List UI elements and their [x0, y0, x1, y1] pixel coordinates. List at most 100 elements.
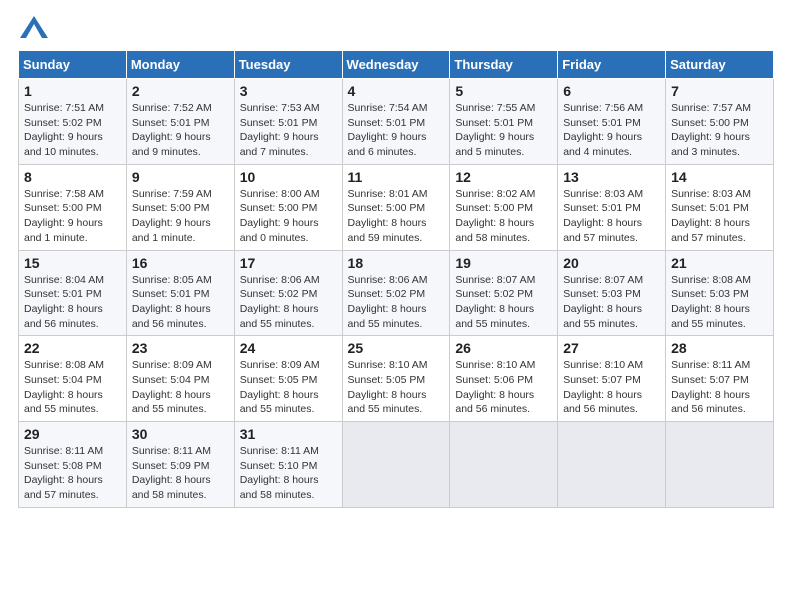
- calendar-day-cell: 24 Sunrise: 8:09 AMSunset: 5:05 PMDayligh…: [234, 336, 342, 422]
- calendar-day-cell: 11 Sunrise: 8:01 AMSunset: 5:00 PMDayligh…: [342, 164, 450, 250]
- day-info: Sunrise: 8:10 AMSunset: 5:05 PMDaylight:…: [348, 358, 445, 417]
- calendar-day-cell: 15 Sunrise: 8:04 AMSunset: 5:01 PMDayligh…: [19, 250, 127, 336]
- day-info: Sunrise: 8:04 AMSunset: 5:01 PMDaylight:…: [24, 273, 121, 332]
- day-number: 24: [240, 340, 337, 356]
- calendar-day-cell: 14 Sunrise: 8:03 AMSunset: 5:01 PMDayligh…: [666, 164, 774, 250]
- calendar-day-cell: 30Sunrise: 8:11 AMSunset: 5:09 PMDayligh…: [126, 422, 234, 508]
- day-info: Sunrise: 8:10 AMSunset: 5:06 PMDaylight:…: [455, 358, 552, 417]
- calendar-week-row: 8 Sunrise: 7:58 AMSunset: 5:00 PMDaylight…: [19, 164, 774, 250]
- day-number: 21: [671, 255, 768, 271]
- day-number: 2: [132, 83, 229, 99]
- calendar-day-cell: 5 Sunrise: 7:55 AMSunset: 5:01 PMDaylight…: [450, 79, 558, 165]
- day-number: 9: [132, 169, 229, 185]
- day-info: Sunrise: 7:58 AMSunset: 5:00 PMDaylight:…: [24, 187, 121, 246]
- calendar-day-cell: 19 Sunrise: 8:07 AMSunset: 5:02 PMDayligh…: [450, 250, 558, 336]
- weekday-header: Friday: [558, 51, 666, 79]
- day-number: 16: [132, 255, 229, 271]
- calendar-day-cell: 3 Sunrise: 7:53 AMSunset: 5:01 PMDaylight…: [234, 79, 342, 165]
- day-info: Sunrise: 7:52 AMSunset: 5:01 PMDaylight:…: [132, 101, 229, 160]
- day-info: Sunrise: 7:54 AMSunset: 5:01 PMDaylight:…: [348, 101, 445, 160]
- weekday-header: Sunday: [19, 51, 127, 79]
- day-info: Sunrise: 8:07 AMSunset: 5:03 PMDaylight:…: [563, 273, 660, 332]
- calendar-day-cell: 26 Sunrise: 8:10 AMSunset: 5:06 PMDayligh…: [450, 336, 558, 422]
- calendar-day-cell: [342, 422, 450, 508]
- calendar-day-cell: 6 Sunrise: 7:56 AMSunset: 5:01 PMDaylight…: [558, 79, 666, 165]
- day-info: Sunrise: 7:55 AMSunset: 5:01 PMDaylight:…: [455, 101, 552, 160]
- calendar-day-cell: 9 Sunrise: 7:59 AMSunset: 5:00 PMDaylight…: [126, 164, 234, 250]
- day-number: 23: [132, 340, 229, 356]
- calendar-day-cell: 1 Sunrise: 7:51 AMSunset: 5:02 PMDaylight…: [19, 79, 127, 165]
- day-info: Sunrise: 7:56 AMSunset: 5:01 PMDaylight:…: [563, 101, 660, 160]
- calendar-day-cell: 28 Sunrise: 8:11 AMSunset: 5:07 PMDayligh…: [666, 336, 774, 422]
- calendar-day-cell: 13 Sunrise: 8:03 AMSunset: 5:01 PMDayligh…: [558, 164, 666, 250]
- calendar-day-cell: 10 Sunrise: 8:00 AMSunset: 5:00 PMDayligh…: [234, 164, 342, 250]
- calendar-table: SundayMondayTuesdayWednesdayThursdayFrid…: [18, 50, 774, 508]
- day-number: 22: [24, 340, 121, 356]
- calendar-week-row: 15 Sunrise: 8:04 AMSunset: 5:01 PMDayligh…: [19, 250, 774, 336]
- calendar-day-cell: 23 Sunrise: 8:09 AMSunset: 5:04 PMDayligh…: [126, 336, 234, 422]
- day-info: Sunrise: 8:06 AMSunset: 5:02 PMDaylight:…: [348, 273, 445, 332]
- day-number: 11: [348, 169, 445, 185]
- calendar-day-cell: 2 Sunrise: 7:52 AMSunset: 5:01 PMDaylight…: [126, 79, 234, 165]
- calendar-day-cell: [666, 422, 774, 508]
- day-info: Sunrise: 7:53 AMSunset: 5:01 PMDaylight:…: [240, 101, 337, 160]
- day-number: 3: [240, 83, 337, 99]
- day-info: Sunrise: 8:09 AMSunset: 5:04 PMDaylight:…: [132, 358, 229, 417]
- calendar-day-cell: 27Sunrise: 8:10 AMSunset: 5:07 PMDayligh…: [558, 336, 666, 422]
- calendar-week-row: 1 Sunrise: 7:51 AMSunset: 5:02 PMDaylight…: [19, 79, 774, 165]
- day-number: 8: [24, 169, 121, 185]
- day-info: Sunrise: 8:05 AMSunset: 5:01 PMDaylight:…: [132, 273, 229, 332]
- calendar-week-row: 22Sunrise: 8:08 AMSunset: 5:04 PMDayligh…: [19, 336, 774, 422]
- day-info: Sunrise: 8:11 AMSunset: 5:07 PMDaylight:…: [671, 358, 768, 417]
- day-number: 27: [563, 340, 660, 356]
- day-number: 5: [455, 83, 552, 99]
- calendar-day-cell: 25Sunrise: 8:10 AMSunset: 5:05 PMDayligh…: [342, 336, 450, 422]
- weekday-header: Saturday: [666, 51, 774, 79]
- calendar-day-cell: 31Sunrise: 8:11 AMSunset: 5:10 PMDayligh…: [234, 422, 342, 508]
- day-number: 12: [455, 169, 552, 185]
- day-info: Sunrise: 8:00 AMSunset: 5:00 PMDaylight:…: [240, 187, 337, 246]
- calendar-day-cell: 21 Sunrise: 8:08 AMSunset: 5:03 PMDayligh…: [666, 250, 774, 336]
- day-number: 19: [455, 255, 552, 271]
- calendar-day-cell: 18 Sunrise: 8:06 AMSunset: 5:02 PMDayligh…: [342, 250, 450, 336]
- day-number: 26: [455, 340, 552, 356]
- day-info: Sunrise: 7:59 AMSunset: 5:00 PMDaylight:…: [132, 187, 229, 246]
- logo: [18, 18, 48, 40]
- header-row: SundayMondayTuesdayWednesdayThursdayFrid…: [19, 51, 774, 79]
- day-info: Sunrise: 8:08 AMSunset: 5:03 PMDaylight:…: [671, 273, 768, 332]
- day-info: Sunrise: 8:09 AMSunset: 5:05 PMDaylight:…: [240, 358, 337, 417]
- day-number: 1: [24, 83, 121, 99]
- logo-text: [18, 18, 48, 40]
- day-number: 13: [563, 169, 660, 185]
- day-number: 20: [563, 255, 660, 271]
- day-info: Sunrise: 8:02 AMSunset: 5:00 PMDaylight:…: [455, 187, 552, 246]
- day-info: Sunrise: 8:03 AMSunset: 5:01 PMDaylight:…: [671, 187, 768, 246]
- day-info: Sunrise: 8:03 AMSunset: 5:01 PMDaylight:…: [563, 187, 660, 246]
- calendar-day-cell: [558, 422, 666, 508]
- day-info: Sunrise: 7:51 AMSunset: 5:02 PMDaylight:…: [24, 101, 121, 160]
- day-number: 10: [240, 169, 337, 185]
- day-number: 6: [563, 83, 660, 99]
- day-number: 14: [671, 169, 768, 185]
- calendar-day-cell: 22Sunrise: 8:08 AMSunset: 5:04 PMDayligh…: [19, 336, 127, 422]
- calendar-week-row: 29Sunrise: 8:11 AMSunset: 5:08 PMDayligh…: [19, 422, 774, 508]
- day-number: 15: [24, 255, 121, 271]
- weekday-header: Wednesday: [342, 51, 450, 79]
- calendar-day-cell: 8 Sunrise: 7:58 AMSunset: 5:00 PMDaylight…: [19, 164, 127, 250]
- day-number: 7: [671, 83, 768, 99]
- logo-icon: [20, 16, 48, 38]
- day-info: Sunrise: 8:06 AMSunset: 5:02 PMDaylight:…: [240, 273, 337, 332]
- calendar-day-cell: [450, 422, 558, 508]
- day-number: 18: [348, 255, 445, 271]
- calendar-day-cell: 4Sunrise: 7:54 AMSunset: 5:01 PMDaylight…: [342, 79, 450, 165]
- day-number: 28: [671, 340, 768, 356]
- day-info: Sunrise: 8:01 AMSunset: 5:00 PMDaylight:…: [348, 187, 445, 246]
- day-info: Sunrise: 7:57 AMSunset: 5:00 PMDaylight:…: [671, 101, 768, 160]
- day-info: Sunrise: 8:07 AMSunset: 5:02 PMDaylight:…: [455, 273, 552, 332]
- calendar-day-cell: 17 Sunrise: 8:06 AMSunset: 5:02 PMDayligh…: [234, 250, 342, 336]
- day-info: Sunrise: 8:11 AMSunset: 5:10 PMDaylight:…: [240, 444, 337, 503]
- weekday-header: Thursday: [450, 51, 558, 79]
- day-number: 17: [240, 255, 337, 271]
- weekday-header: Tuesday: [234, 51, 342, 79]
- calendar-day-cell: 20 Sunrise: 8:07 AMSunset: 5:03 PMDayligh…: [558, 250, 666, 336]
